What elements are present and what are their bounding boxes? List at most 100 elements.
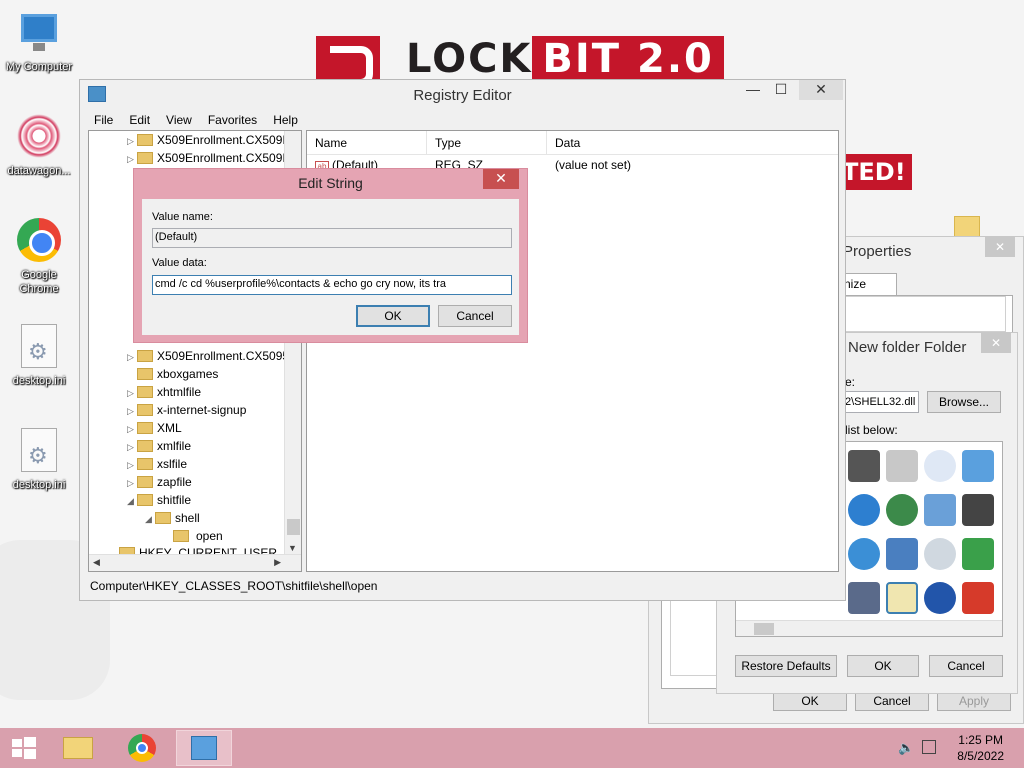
chrome-icon (128, 734, 156, 762)
taskbar-file-explorer[interactable] (50, 730, 106, 766)
value-data-field[interactable]: cmd /c cd %userprofile%\contacts & echo … (152, 275, 512, 295)
folder-icon (137, 422, 153, 434)
tree-scroll-thumb[interactable] (287, 519, 300, 535)
printer-icon[interactable] (886, 450, 918, 482)
value-name-field[interactable]: (Default) (152, 228, 512, 248)
network-icon[interactable] (922, 740, 936, 754)
change-icon-cancel-button[interactable]: Cancel (929, 655, 1003, 677)
change-icon-close-button[interactable]: ✕ (981, 333, 1011, 353)
icon-file-label: e: (845, 375, 856, 389)
shutdown-icon[interactable] (962, 582, 994, 614)
properties-close-button[interactable]: ✕ (985, 237, 1015, 257)
edit-string-titlebar[interactable]: Edit String ✕ (134, 169, 527, 197)
list-header: Name Type Data (307, 131, 838, 155)
column-name[interactable]: Name (307, 131, 427, 154)
tree-item[interactable]: xboxgames (127, 365, 218, 383)
folder-icon (137, 134, 153, 146)
desktop-icon-label: Google Chrome (19, 269, 59, 295)
icon-list-hscroll-thumb[interactable] (754, 623, 774, 635)
edit-string-body: Value name: (Default) Value data: cmd /c… (142, 199, 519, 335)
calculator-icon[interactable] (886, 582, 918, 614)
search-icon[interactable] (924, 538, 956, 570)
folder-icon (137, 476, 153, 488)
scroll-left-icon[interactable]: ◀ (93, 557, 100, 568)
tree-item[interactable]: ▷ zapfile (127, 473, 192, 491)
edit-string-close-button[interactable]: ✕ (483, 169, 519, 189)
tree-item[interactable]: ▷ xmlfile (127, 437, 191, 455)
properties-title: Properties (843, 243, 912, 260)
network-globe-icon[interactable] (886, 494, 918, 526)
monitor-icon[interactable] (962, 450, 994, 482)
menu-file[interactable]: File (94, 113, 113, 127)
tree-item-selected[interactable]: open (173, 527, 226, 545)
folder-icon (137, 350, 153, 362)
edit-string-title: Edit String (298, 175, 363, 191)
menu-help[interactable]: Help (273, 113, 298, 127)
change-icon-ok-button[interactable]: OK (847, 655, 919, 677)
folder-icon (173, 530, 189, 542)
maximize-button[interactable]: ☐ (767, 80, 795, 100)
desktop-icon-my-computer[interactable]: My Computer (0, 10, 78, 74)
tree-item[interactable]: ▷ X509Enrollment.CX509I (127, 149, 286, 167)
tree-item[interactable]: ▷ X509Enrollment.CX5095 (127, 347, 289, 365)
tree-item[interactable]: ▷ XML (127, 419, 182, 437)
tree-item[interactable]: ◢ shell (145, 509, 200, 527)
desktop-icon-chrome[interactable]: Google Chrome (0, 216, 78, 296)
internet-icon[interactable] (848, 538, 880, 570)
menu-edit[interactable]: Edit (129, 113, 150, 127)
tree-item[interactable]: ▷ X509Enrollment.CX509I (127, 131, 286, 149)
tree-item[interactable]: ▷ xhtmlfile (127, 383, 201, 401)
scroll-right-icon[interactable]: ▶ (274, 557, 281, 568)
network-icon[interactable] (886, 538, 918, 570)
ransom-banner: TED! (836, 154, 912, 190)
memory-chip-icon[interactable] (848, 450, 880, 482)
taskbar-clock[interactable]: 1:25 PM 8/5/2022 (957, 732, 1004, 764)
status-bar: Computer\HKEY_CLASSES_ROOT\shitfile\shel… (90, 579, 378, 593)
folder-icon (137, 404, 153, 416)
help-icon[interactable] (924, 582, 956, 614)
desktop-icon-datawagon[interactable]: datawagon... (0, 112, 78, 178)
globe-icon[interactable] (848, 494, 880, 526)
security-icon[interactable] (962, 494, 994, 526)
download-arrow-icon[interactable] (962, 538, 994, 570)
properties-ok-button[interactable]: OK (773, 691, 847, 711)
ok-button[interactable]: OK (356, 305, 430, 327)
taskbar-chrome[interactable] (114, 730, 170, 766)
desktop-icon-desktop-ini-1[interactable]: desktop.ini (0, 322, 78, 388)
volume-muted-icon[interactable]: 🔈 (898, 740, 914, 756)
menu-view[interactable]: View (166, 113, 192, 127)
icon-file-input[interactable]: 2\SHELL32.dll (841, 391, 919, 413)
properties-apply-button[interactable]: Apply (937, 691, 1011, 711)
taskbar-registry-editor[interactable] (176, 730, 232, 766)
registry-editor-titlebar[interactable]: Registry Editor — ☐ ✕ (80, 80, 845, 110)
desktop-icon-label: desktop.ini (12, 479, 66, 491)
lockbit-mark (316, 36, 380, 86)
folder-icon (155, 512, 171, 524)
column-type[interactable]: Type (427, 131, 547, 154)
tab-customize[interactable]: nize (837, 273, 897, 295)
properties-cancel-button[interactable]: Cancel (855, 691, 929, 711)
menu-favorites[interactable]: Favorites (208, 113, 257, 127)
icon-list-hscroll[interactable] (736, 620, 1002, 636)
start-button[interactable] (0, 730, 48, 766)
tree-item[interactable]: ▷ x-internet-signup (127, 401, 246, 419)
clock-icon[interactable] (924, 450, 956, 482)
column-data[interactable]: Data (547, 131, 838, 154)
tree-item[interactable]: ▷ xslfile (127, 455, 187, 473)
chrome-icon (15, 218, 63, 266)
minimize-button[interactable]: — (739, 80, 767, 100)
tree-item[interactable]: ◢ shitfile (127, 491, 191, 509)
desktop-icon-desktop-ini-2[interactable]: desktop.ini (0, 426, 78, 492)
cancel-button[interactable]: Cancel (438, 305, 512, 327)
browse-button[interactable]: Browse... (927, 391, 1001, 413)
restore-defaults-button[interactable]: Restore Defaults (735, 655, 837, 677)
computer-icon[interactable] (848, 582, 880, 614)
close-button[interactable]: ✕ (799, 80, 843, 100)
registry-app-icon (88, 86, 106, 102)
registry-app-icon (191, 736, 217, 760)
scroll-down-icon[interactable]: ▼ (288, 543, 297, 553)
desktop-icon-label: datawagon... (7, 165, 71, 177)
control-panel-icon[interactable] (924, 494, 956, 526)
tree-horizontal-scrollbar[interactable]: ◀ ▶ (89, 554, 301, 571)
settings-file-icon (15, 324, 63, 372)
